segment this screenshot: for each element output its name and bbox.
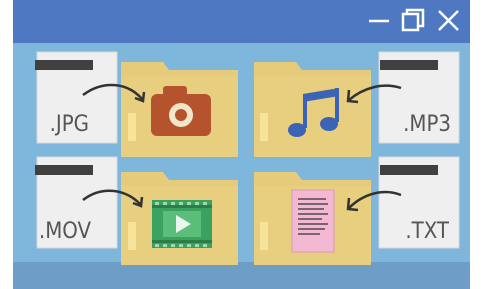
file-extension-label: .MP3 xyxy=(403,112,451,137)
folder-tag xyxy=(260,222,268,250)
file-card-mp3[interactable]: .MP3 xyxy=(378,51,460,144)
file-tab-bar xyxy=(380,60,438,70)
file-extension-label: .MOV xyxy=(39,219,92,244)
folder-tag xyxy=(128,222,136,250)
file-tab-bar xyxy=(35,60,93,70)
folder-tag xyxy=(128,113,136,141)
app-window: .JPG .MP3 .MOV .TXT xyxy=(13,0,470,289)
file-tab-bar xyxy=(35,165,93,175)
folder-mov[interactable] xyxy=(121,172,238,265)
folder-txt[interactable] xyxy=(254,172,371,265)
film-play-icon xyxy=(152,200,212,248)
file-extension-label: .TXT xyxy=(405,219,450,244)
folder-jpg[interactable] xyxy=(121,62,238,157)
file-card-jpg[interactable]: .JPG xyxy=(35,51,118,144)
folder-tag xyxy=(260,113,268,141)
text-document-icon xyxy=(291,189,335,253)
file-extension-label: .JPG xyxy=(50,112,89,137)
file-card-txt[interactable]: .TXT xyxy=(378,156,460,249)
file-card-mov[interactable]: .MOV xyxy=(35,156,118,249)
file-tab-bar xyxy=(380,165,438,175)
folder-mp3[interactable] xyxy=(254,62,371,157)
